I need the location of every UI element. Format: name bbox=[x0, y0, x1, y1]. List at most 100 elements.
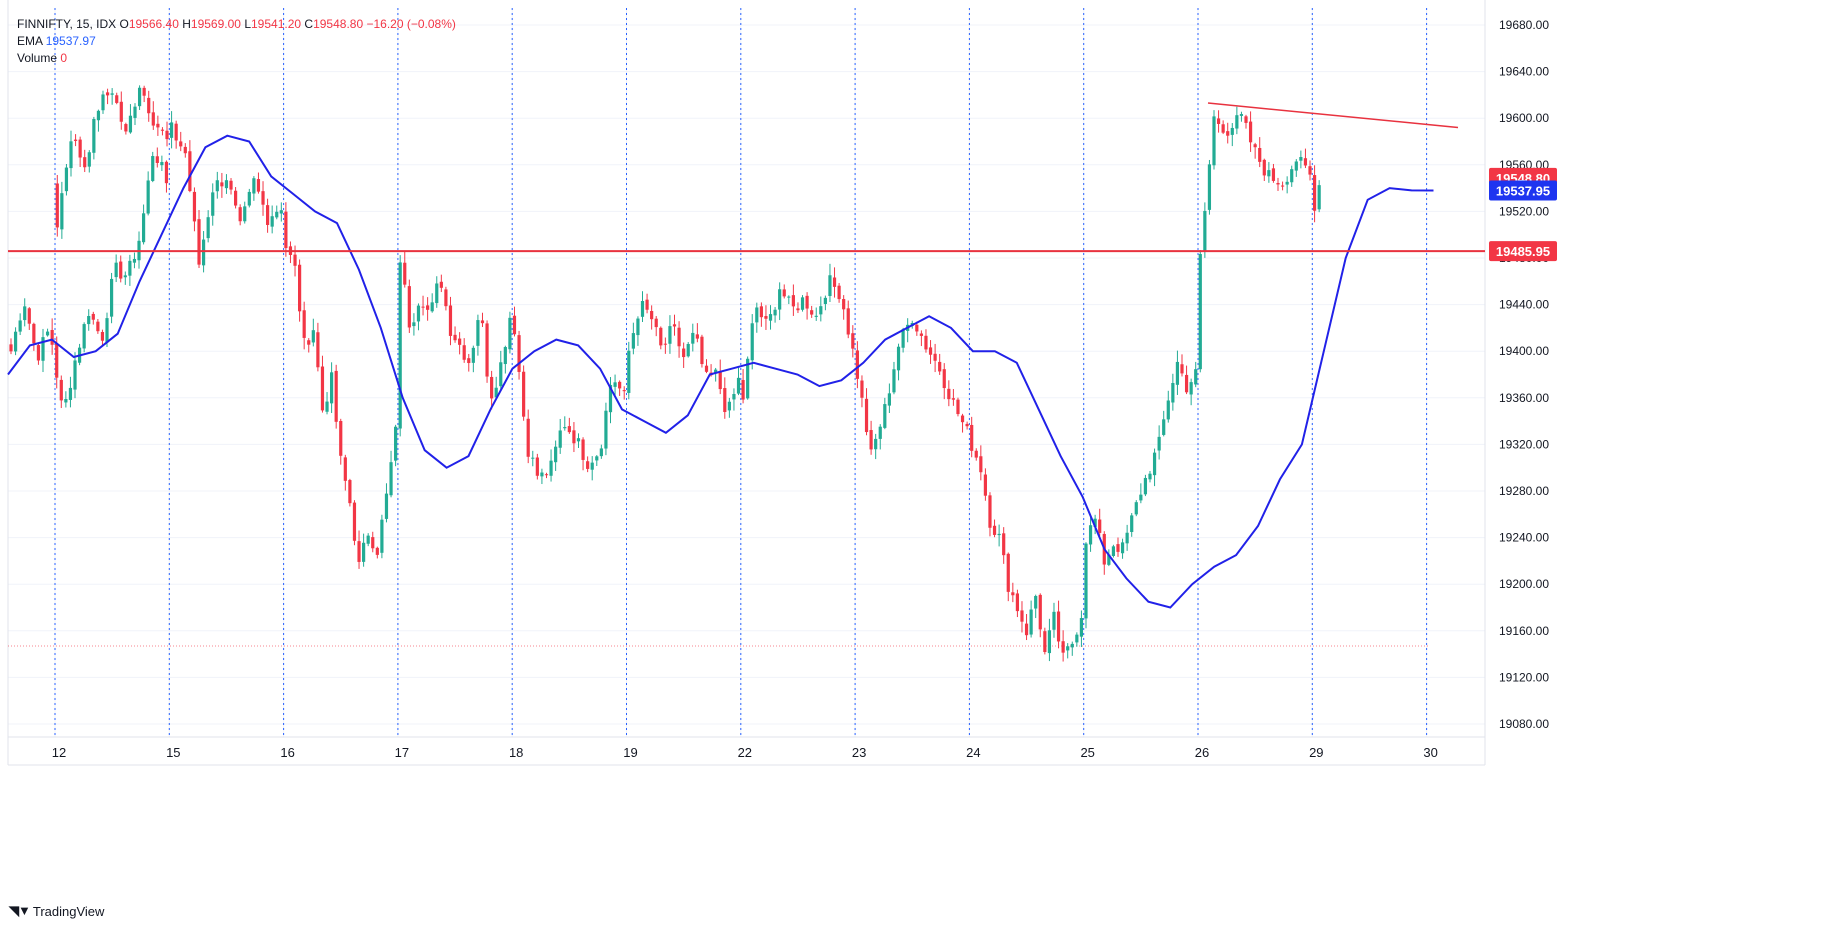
candle bbox=[581, 437, 585, 471]
candle-body bbox=[778, 289, 782, 310]
candle bbox=[462, 338, 466, 363]
candle-body bbox=[320, 366, 325, 411]
candle bbox=[874, 433, 878, 460]
candle bbox=[247, 188, 251, 208]
candle-body bbox=[55, 343, 59, 378]
candle bbox=[444, 286, 448, 311]
candle bbox=[384, 483, 389, 523]
candle bbox=[1276, 177, 1280, 191]
candle bbox=[947, 380, 951, 407]
candle bbox=[307, 338, 311, 353]
candle-body bbox=[878, 426, 882, 439]
candle bbox=[1116, 537, 1120, 557]
candle-body bbox=[522, 371, 526, 417]
candle-body bbox=[970, 424, 974, 451]
candle bbox=[389, 450, 393, 498]
time-axis[interactable]: 12 15 16 17 18 19 22 23 24 25 26 29 30 bbox=[52, 745, 1438, 760]
candle bbox=[233, 187, 238, 209]
candle bbox=[682, 342, 686, 368]
candle bbox=[800, 295, 805, 312]
candle-body bbox=[132, 258, 137, 263]
candle bbox=[1253, 142, 1257, 159]
candle-body bbox=[398, 262, 402, 429]
candle bbox=[704, 359, 709, 374]
candle bbox=[82, 322, 86, 353]
tradingview-logo-icon: ◥▼ bbox=[9, 903, 31, 918]
candle bbox=[362, 533, 366, 567]
candle bbox=[1075, 632, 1079, 647]
price-tick-label: 19240.00 bbox=[1499, 531, 1549, 545]
candle-body bbox=[1299, 157, 1303, 161]
candle-body bbox=[832, 277, 837, 287]
candle bbox=[979, 445, 983, 481]
candle bbox=[192, 187, 197, 232]
candle bbox=[284, 202, 288, 257]
candlestick-chart[interactable]: 19080.00 19120.00 19160.00 19200.00 19240.00… bbox=[0, 0, 1833, 930]
candle-body bbox=[919, 333, 923, 336]
candle-body bbox=[823, 297, 827, 305]
candle bbox=[819, 296, 823, 322]
candle bbox=[137, 85, 142, 110]
legend-volume-row[interactable]: Volume 0 bbox=[17, 50, 456, 67]
candle-body bbox=[508, 317, 512, 350]
candle-body bbox=[60, 193, 64, 230]
candle bbox=[1244, 114, 1248, 129]
price-tick-label: 19680.00 bbox=[1499, 18, 1549, 32]
candle bbox=[517, 330, 521, 380]
candle bbox=[348, 478, 352, 507]
candle-body bbox=[298, 264, 302, 312]
candle-body bbox=[1226, 131, 1230, 136]
candle-body bbox=[1280, 185, 1285, 187]
candle bbox=[41, 328, 45, 373]
candle bbox=[421, 295, 425, 316]
candle-body bbox=[677, 327, 681, 347]
candle-body bbox=[1043, 631, 1047, 653]
legend-volume-label: Volume bbox=[17, 51, 58, 65]
candle bbox=[604, 402, 608, 456]
candle bbox=[215, 171, 219, 199]
candle bbox=[151, 101, 155, 130]
candle-body bbox=[700, 336, 704, 365]
time-tick-label: 29 bbox=[1309, 745, 1323, 760]
candle-body bbox=[896, 346, 901, 371]
candle bbox=[896, 343, 901, 381]
candle-body bbox=[141, 213, 146, 243]
candle bbox=[188, 140, 192, 193]
price-axis[interactable]: 19080.00 19120.00 19160.00 19200.00 19240.00… bbox=[1499, 18, 1549, 731]
time-tick-label: 30 bbox=[1423, 745, 1437, 760]
candle-body bbox=[1175, 361, 1180, 385]
candle bbox=[814, 307, 818, 321]
candle bbox=[531, 450, 535, 467]
candle bbox=[87, 309, 91, 331]
candle bbox=[119, 255, 123, 283]
candle-body bbox=[1056, 611, 1061, 642]
candle bbox=[1056, 600, 1061, 649]
candle-body bbox=[1116, 544, 1120, 552]
candle-body bbox=[1267, 170, 1271, 177]
tradingview-brand[interactable]: ◥▼ TradingView bbox=[9, 903, 104, 919]
candle-body bbox=[663, 343, 667, 345]
candle bbox=[96, 109, 101, 132]
candle-body bbox=[604, 410, 608, 449]
candle-body bbox=[137, 87, 142, 107]
legend-ohlc-row: FINNIFTY, 15, IDX O19566.40 H19569.00 L1… bbox=[17, 16, 456, 33]
candle bbox=[558, 418, 562, 454]
chart-legend: FINNIFTY, 15, IDX O19566.40 H19569.00 L1… bbox=[17, 16, 456, 67]
candle-body bbox=[64, 399, 68, 403]
candle bbox=[778, 282, 782, 321]
candle bbox=[265, 198, 270, 233]
legend-symbol[interactable]: FINNIFTY, 15, IDX bbox=[17, 17, 116, 31]
trend-line[interactable] bbox=[1207, 102, 1459, 129]
candle bbox=[316, 322, 320, 372]
candle bbox=[1024, 614, 1029, 641]
candle-body bbox=[947, 388, 951, 400]
candle-body bbox=[718, 370, 722, 390]
candle bbox=[416, 303, 421, 331]
legend-ema-row[interactable]: EMA 19537.97 bbox=[17, 33, 456, 50]
candle-body bbox=[147, 97, 151, 114]
candle bbox=[164, 160, 169, 193]
candle-body bbox=[119, 261, 123, 279]
candle bbox=[320, 355, 325, 413]
candle bbox=[1166, 390, 1170, 423]
candle-body bbox=[1262, 159, 1266, 176]
